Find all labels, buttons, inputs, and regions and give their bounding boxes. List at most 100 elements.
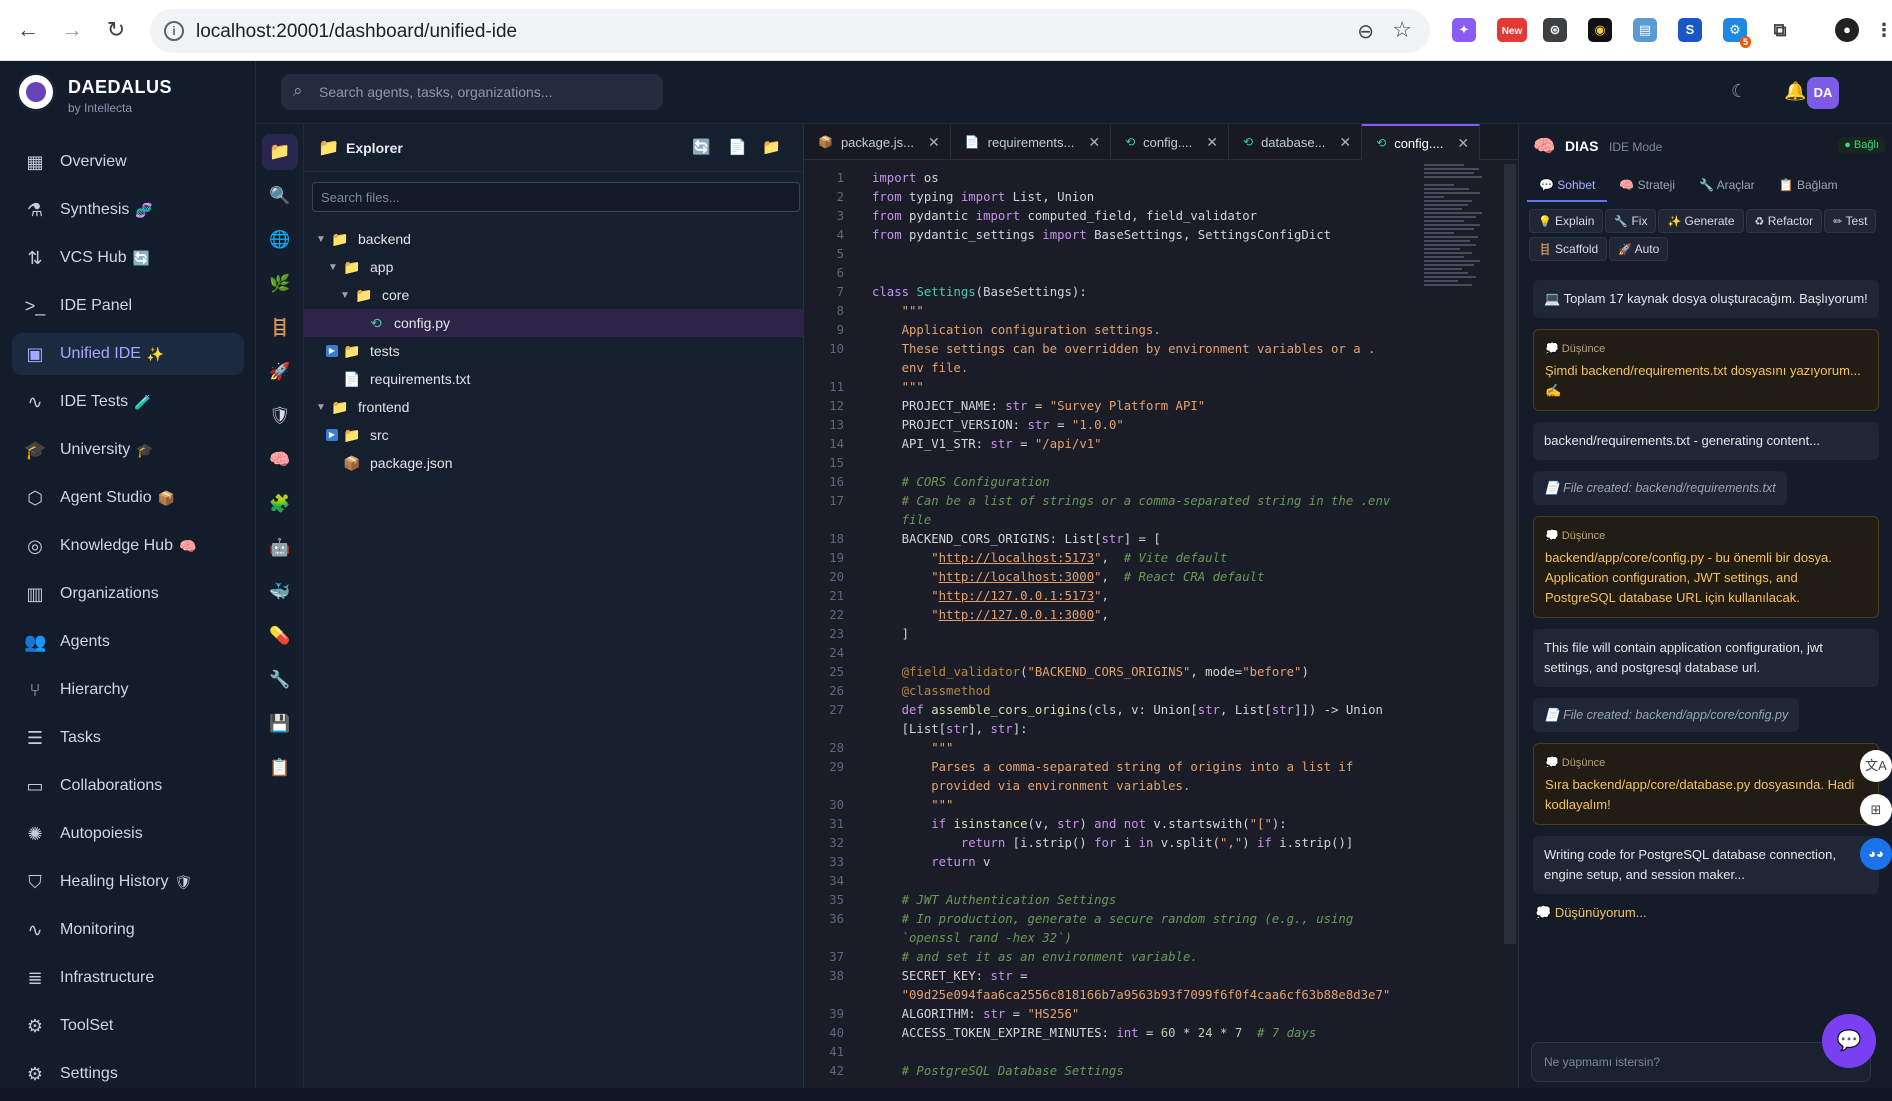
save-disk-icon[interactable]: 💾 [262, 706, 298, 742]
close-icon[interactable]: ✕ [1457, 135, 1469, 152]
browser-menu-icon[interactable]: ⋮ [1872, 18, 1892, 42]
minimap[interactable] [1424, 164, 1484, 292]
profile-avatar[interactable]: ● [1835, 18, 1859, 42]
search-input[interactable]: Search agents, tasks, organizations... [319, 84, 552, 100]
user-avatar[interactable]: DA [1807, 77, 1839, 109]
tree-item[interactable]: ⟲ config.py [304, 309, 804, 337]
blocks-icon[interactable]: 🧩 [262, 486, 298, 522]
quick-action-explain-button[interactable]: 💡 Explain [1529, 209, 1604, 233]
sidebar-item-agent-studio[interactable]: ⬡ Agent Studio 📦 [12, 477, 244, 519]
tree-item[interactable]: ▶ 📁 tests [304, 337, 804, 365]
docker-icon[interactable]: 🐳 [262, 574, 298, 610]
new-file-icon[interactable]: 📄 [728, 138, 747, 156]
close-icon[interactable]: ✕ [1088, 134, 1100, 151]
quick-action-generate-button[interactable]: ✨ Generate [1658, 209, 1744, 233]
sidebar-item-knowledge-hub[interactable]: ◎ Knowledge Hub 🧠 [12, 525, 244, 567]
extension-openai-icon[interactable]: ⊛ [1543, 18, 1567, 42]
editor-tab[interactable]: 📦 package.js... ✕ [804, 124, 951, 160]
leaf-icon[interactable]: 🌿 [262, 266, 298, 302]
sidebar-item-synthesis[interactable]: ⚗ Synthesis 🧬 [12, 189, 244, 231]
extension-new-badge[interactable]: New [1497, 18, 1527, 42]
notifications-bell-icon[interactable]: 🔔 [1784, 81, 1806, 102]
extension-s-icon[interactable]: S [1678, 18, 1702, 42]
tree-item[interactable]: ▶ 📁 src [304, 421, 804, 449]
chevron-down-icon[interactable]: ▼ [314, 234, 328, 245]
reload-icon[interactable]: ↻ [102, 16, 130, 44]
sidebar-item-organizations[interactable]: ▥ Organizations [12, 573, 244, 615]
robot-icon[interactable]: 🤖 [262, 530, 298, 566]
globe-icon[interactable]: 🌐 [262, 222, 298, 258]
assistant-bot-icon[interactable]: ◕◕ [1860, 838, 1892, 870]
chat-tab-2[interactable]: 🔧 Araçlar [1687, 172, 1767, 202]
chevron-right-icon[interactable]: ▶ [326, 429, 338, 441]
back-arrow-icon[interactable]: ← [14, 16, 42, 44]
address-bar[interactable]: i localhost:20001/dashboard/unified-ide … [150, 9, 1430, 53]
sidebar-item-autopoiesis[interactable]: ✺ Autopoiesis [12, 813, 244, 855]
quick-action-refactor-button[interactable]: ♻ Refactor [1745, 209, 1823, 233]
code-area[interactable]: 1 import os 2 from typing import List, Unio… [804, 169, 1504, 1081]
rocket-icon[interactable]: 🚀 [262, 354, 298, 390]
theme-toggle-icon[interactable]: ☾ [1731, 81, 1747, 102]
extension-gemini-icon[interactable]: ✦ [1452, 18, 1476, 42]
extensions-puzzle-icon[interactable]: ⧉ [1768, 18, 1792, 42]
global-search[interactable]: ⌕ Search agents, tasks, organizations... [281, 74, 663, 110]
sidebar-item-tasks[interactable]: ☰ Tasks [12, 717, 244, 759]
tree-item[interactable]: ▼ 📁 frontend [304, 393, 804, 421]
chat-input[interactable]: Ne yapmamı istersin? [1531, 1042, 1871, 1082]
wrench-icon[interactable]: 🔧 [262, 662, 298, 698]
chat-tab-3[interactable]: 📋 Bağlam [1767, 172, 1850, 202]
forward-arrow-icon[interactable]: → [58, 16, 86, 44]
explorer-folder-icon[interactable]: 📁 [262, 134, 298, 170]
chevron-down-icon[interactable]: ▼ [314, 402, 328, 413]
tree-item[interactable]: ▼ 📁 core [304, 281, 804, 309]
screenshot-icon[interactable]: ⊞ [1860, 794, 1892, 826]
sidebar-item-monitoring[interactable]: ∿ Monitoring [12, 909, 244, 951]
chevron-right-icon[interactable]: ▶ [326, 345, 338, 357]
chat-tab-0[interactable]: 💬 Sohbet [1527, 172, 1608, 202]
editor-tab[interactable]: ⟲ config.... ✕ [1111, 124, 1230, 160]
sidebar-item-agents[interactable]: 👥 Agents [12, 621, 244, 663]
new-folder-icon[interactable]: 📁 [762, 138, 781, 156]
pill-icon[interactable]: 💊 [262, 618, 298, 654]
sidebar-item-healing-history[interactable]: ⛉ Healing History 🛡 [12, 861, 244, 903]
refresh-icon[interactable]: 🔄 [692, 138, 711, 156]
sidebar-item-collaborations[interactable]: ▭ Collaborations [12, 765, 244, 807]
tree-item[interactable]: 📄 requirements.txt [304, 365, 804, 393]
bookmark-star-icon[interactable]: ☆ [1392, 17, 1412, 43]
tree-item[interactable]: ▼ 📁 app [304, 253, 804, 281]
close-icon[interactable]: ✕ [1206, 134, 1218, 151]
site-info-icon[interactable]: i [164, 21, 184, 41]
chat-fab-button[interactable]: 💬 [1822, 1014, 1876, 1068]
sidebar-item-university[interactable]: 🎓 University 🎓 [12, 429, 244, 471]
sidebar-item-hierarchy[interactable]: ⑂ Hierarchy [12, 669, 244, 711]
clipboard-icon[interactable]: 📋 [262, 750, 298, 786]
search-icon[interactable]: 🔍 [262, 178, 298, 214]
sidebar-item-infrastructure[interactable]: ≣ Infrastructure [12, 957, 244, 999]
sidebar-item-unified-ide[interactable]: ▣ Unified IDE ✨ [12, 333, 244, 375]
zoom-icon[interactable]: ⊖ [1357, 19, 1374, 44]
translate-icon[interactable]: 文A [1860, 750, 1892, 782]
close-icon[interactable]: ✕ [928, 134, 940, 151]
sidebar-item-overview[interactable]: ▦ Overview [12, 141, 244, 183]
sidebar-item-toolset[interactable]: ⚙ ToolSet [12, 1005, 244, 1047]
chevron-down-icon[interactable]: ▼ [338, 290, 352, 301]
sidebar-item-ide-panel[interactable]: >_ IDE Panel [12, 285, 244, 327]
close-icon[interactable]: ✕ [1339, 134, 1351, 151]
brain-icon[interactable]: 🧠 [262, 442, 298, 478]
editor-tab[interactable]: ⟲ config.... ✕ [1362, 124, 1481, 160]
chat-tab-1[interactable]: 🧠 Strateji [1607, 172, 1687, 202]
tree-item[interactable]: 📦 package.json [304, 449, 804, 477]
quick-action-auto-button[interactable]: 🚀 Auto [1609, 237, 1669, 261]
editor-scrollbar[interactable] [1504, 164, 1516, 944]
quick-action-fix-button[interactable]: 🔧 Fix [1605, 209, 1657, 233]
extension-circle-icon[interactable]: ◉ [1588, 18, 1612, 42]
editor-tab[interactable]: 📄 requirements... ✕ [951, 124, 1112, 160]
extension-doc-icon[interactable]: ▤ [1633, 18, 1657, 42]
shield-icon[interactable]: 🛡 [262, 398, 298, 434]
quick-action-test-button[interactable]: ✏ Test [1824, 209, 1877, 233]
ladder-icon[interactable]: 🪜 [262, 310, 298, 346]
extension-gear-icon[interactable]: ⚙ 5 [1723, 18, 1751, 48]
tree-item[interactable]: ▼ 📁 backend [304, 225, 804, 253]
sidebar-item-settings[interactable]: ⚙ Settings [12, 1053, 244, 1095]
file-search-input[interactable]: Search files... [312, 182, 800, 212]
